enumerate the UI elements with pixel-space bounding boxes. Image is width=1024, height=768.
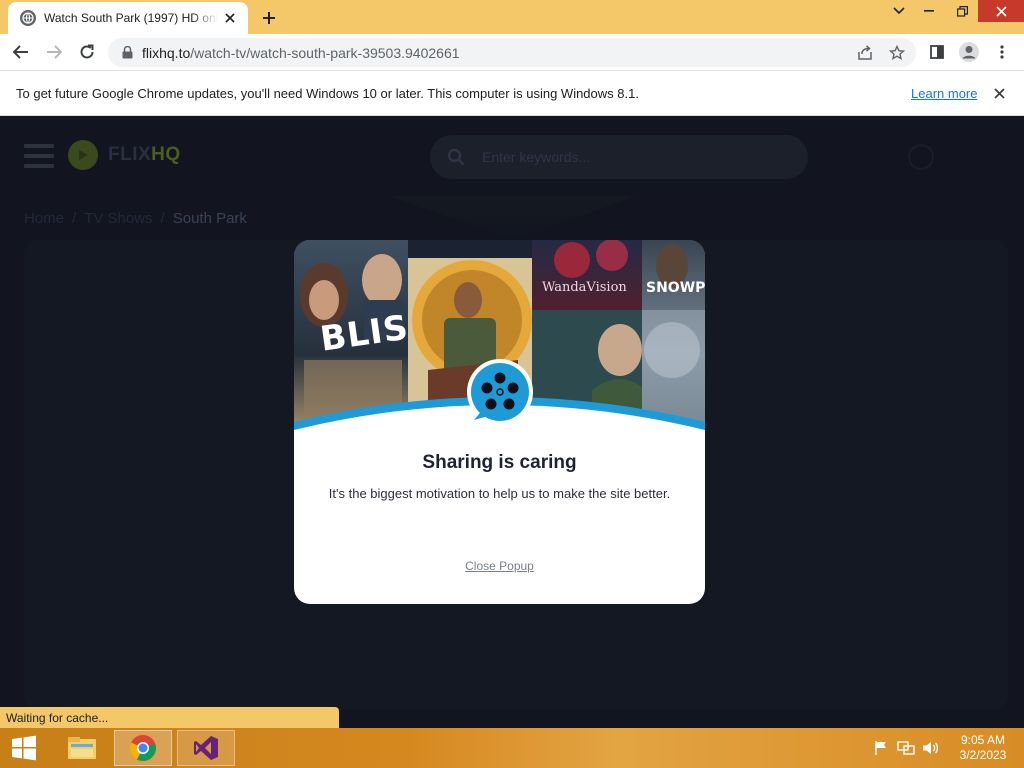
search-placeholder: Enter keywords... [482, 149, 591, 165]
close-popup-link[interactable]: Close Popup [294, 559, 705, 573]
status-bubble: Waiting for cache... [0, 707, 339, 728]
browser-tab[interactable]: Watch South Park (1997) HD online [8, 2, 248, 34]
breadcrumb-current: South Park [172, 210, 247, 227]
breadcrumb-home[interactable]: Home [24, 210, 64, 227]
site-search-input[interactable]: Enter keywords... [430, 135, 808, 179]
logo-play-icon [68, 140, 98, 170]
popup-heading: Sharing is caring [422, 452, 577, 473]
menu-kebab-icon[interactable] [990, 40, 1014, 64]
hamburger-menu-icon[interactable] [24, 144, 54, 168]
restore-button[interactable] [947, 0, 977, 22]
tab-search-icon[interactable] [884, 0, 914, 22]
logo-text: FLIXHQ [108, 144, 181, 165]
windows-logo-icon [12, 735, 36, 761]
banner-shape [390, 196, 636, 240]
visual-studio-icon[interactable] [177, 730, 235, 766]
volume-icon[interactable] [921, 739, 939, 757]
window-close-button[interactable] [978, 0, 1024, 22]
tab-strip: Watch South Park (1997) HD online [0, 0, 1024, 34]
globe-icon [20, 10, 36, 26]
tab-title: Watch South Park (1997) HD online [44, 11, 218, 25]
minimize-button[interactable] [914, 0, 944, 22]
infobar-message: To get future Google Chrome updates, you… [16, 86, 639, 101]
clock-time: 9:05 AM [960, 733, 1006, 747]
start-button[interactable] [0, 730, 48, 766]
clock-date: 3/2/2023 [959, 748, 1007, 762]
url-text: flixhq.to/watch-tv/watch-south-park-3950… [142, 44, 460, 61]
tab-close-icon[interactable] [222, 10, 238, 26]
poster-collage: BLISS WandaVision SNOWP [294, 240, 705, 430]
chrome-taskbar-icon[interactable] [114, 730, 172, 766]
forward-button[interactable] [42, 40, 66, 64]
address-bar[interactable]: flixhq.to/watch-tv/watch-south-park-3950… [108, 38, 916, 67]
lock-icon[interactable] [120, 46, 134, 60]
network-icon[interactable] [897, 739, 915, 757]
film-reel-icon [467, 359, 533, 425]
site-logo[interactable]: FLIXHQ [68, 140, 181, 170]
side-panel-icon[interactable] [925, 40, 949, 64]
breadcrumb: Home / TV Shows / South Park [24, 210, 247, 227]
profile-avatar-icon[interactable] [957, 40, 981, 64]
taskbar: 9:05 AM 3/2/2023 [0, 728, 1024, 768]
infobar-close-icon[interactable] [990, 84, 1008, 102]
popup-subtext: It's the biggest motivation to help us t… [328, 486, 671, 501]
breadcrumb-tv-shows[interactable]: TV Shows [84, 210, 152, 227]
reload-button[interactable] [75, 40, 99, 64]
system-clock[interactable]: 9:05 AM 3/2/2023 [948, 733, 1018, 763]
share-popup: BLISS WandaVision SNOWP Sharing is carin… [294, 240, 705, 604]
learn-more-link[interactable]: Learn more [911, 86, 977, 101]
bookmark-star-icon[interactable] [888, 44, 906, 62]
search-icon [446, 147, 466, 167]
update-infobar: To get future Google Chrome updates, you… [0, 71, 1024, 116]
new-tab-button[interactable] [258, 7, 280, 29]
back-button[interactable] [9, 40, 33, 64]
file-explorer-icon[interactable] [58, 730, 106, 766]
share-icon[interactable] [856, 44, 874, 62]
site-header: FLIXHQ Enter keywords... [0, 116, 1024, 196]
browser-toolbar: flixhq.to/watch-tv/watch-south-park-3950… [0, 34, 1024, 71]
action-center-flag-icon[interactable] [872, 739, 890, 757]
user-icon[interactable] [908, 144, 934, 170]
